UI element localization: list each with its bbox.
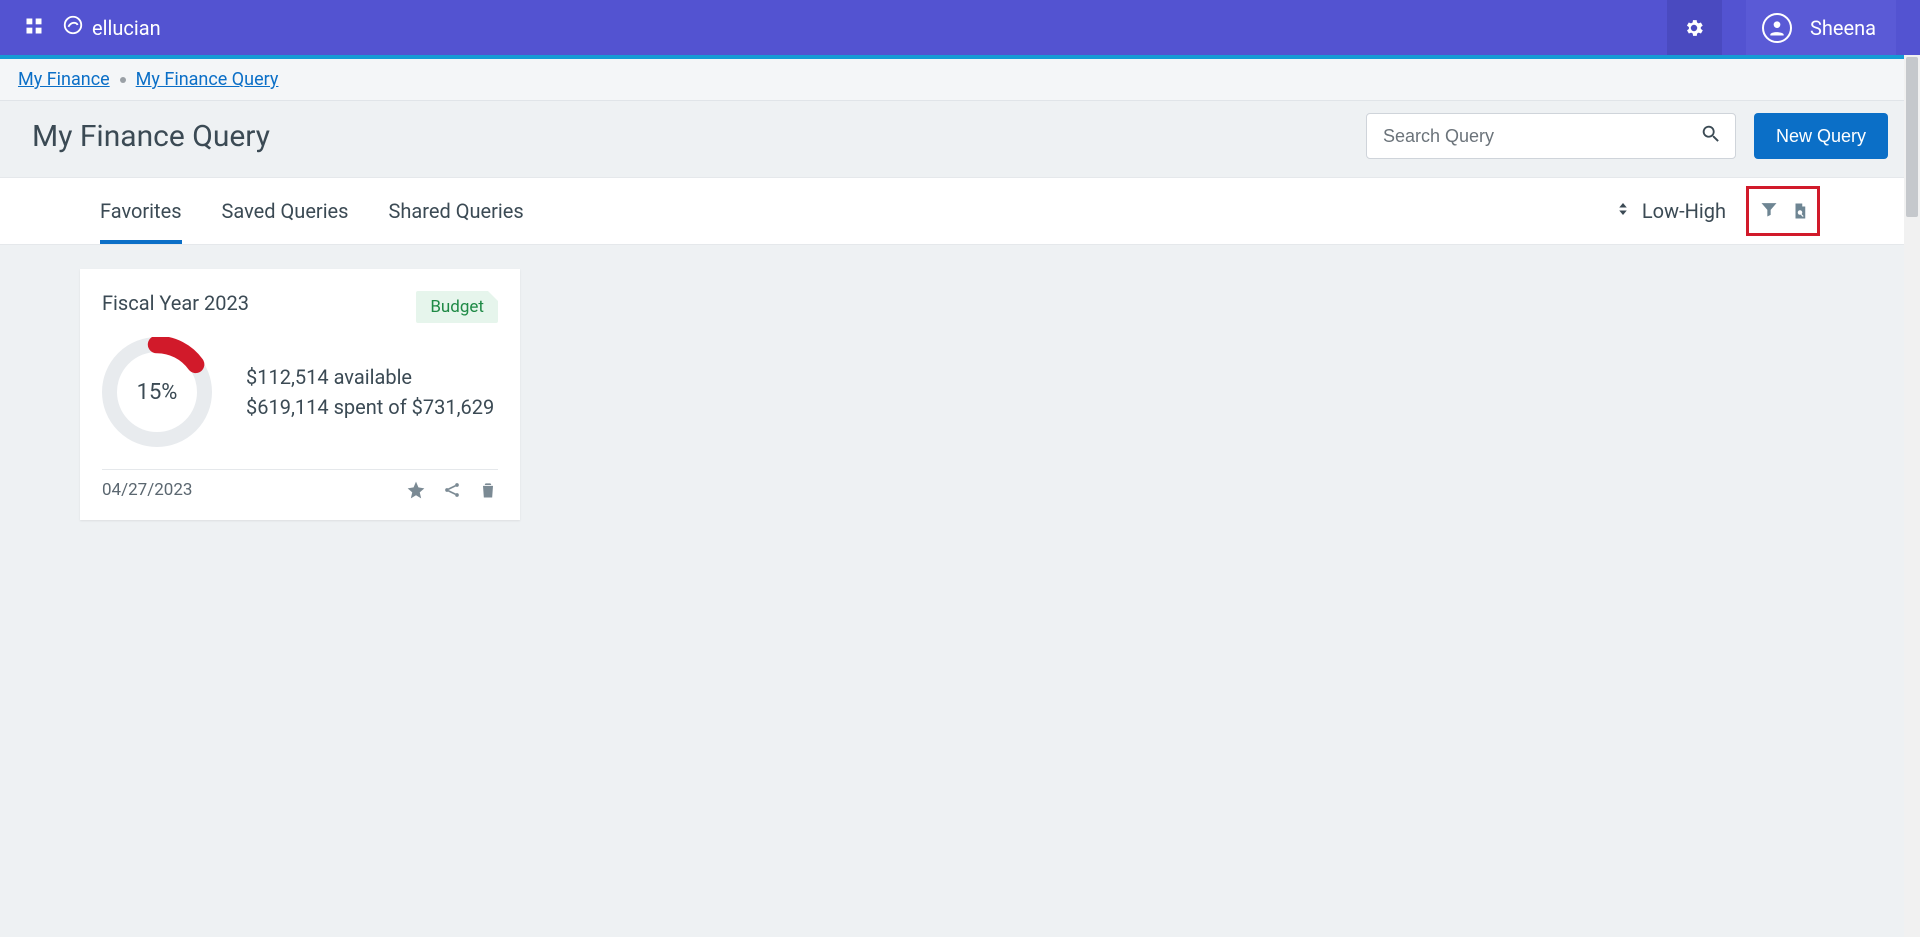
card-figures: $112,514 available $619,114 spent of $73…	[246, 362, 494, 422]
available-line: $112,514 available	[246, 362, 494, 392]
tab-shared-queries[interactable]: Shared Queries	[389, 178, 524, 244]
card-header: Fiscal Year 2023 Budget	[102, 291, 498, 323]
card-footer: 04/27/2023	[102, 480, 498, 512]
avatar	[1762, 13, 1792, 43]
share-icon[interactable]	[442, 480, 462, 500]
card-actions	[406, 480, 498, 500]
highlighted-tools	[1746, 186, 1820, 236]
sort-label: Low-High	[1642, 199, 1726, 223]
new-query-button[interactable]: New Query	[1754, 113, 1888, 159]
sort-toggle[interactable]: Low-High	[1614, 198, 1726, 224]
top-bar-right: Sheena	[1667, 0, 1896, 55]
document-lookup-icon[interactable]	[1785, 195, 1815, 227]
vertical-scrollbar[interactable]	[1904, 55, 1920, 937]
search-box	[1366, 113, 1736, 159]
settings-button[interactable]	[1667, 0, 1722, 55]
page-header: My Finance Query New Query	[0, 101, 1920, 177]
top-bar-left: ellucian	[24, 14, 161, 41]
filter-icon[interactable]	[1759, 199, 1779, 223]
brand-name: ellucian	[92, 16, 161, 40]
page-title: My Finance Query	[32, 119, 270, 154]
query-card[interactable]: Fiscal Year 2023 Budget 15% $112,514 ava…	[80, 269, 520, 520]
search-icon[interactable]	[1700, 123, 1722, 149]
breadcrumb-link-1[interactable]: My Finance Query	[136, 69, 279, 90]
spent-line: $619,114 spent of $731,629	[246, 392, 494, 422]
card-date: 04/27/2023	[102, 480, 192, 500]
brand-logo-icon	[62, 14, 84, 41]
tabs: Favorites Saved Queries Shared Queries	[100, 178, 524, 244]
page-header-actions: New Query	[1366, 113, 1888, 159]
content-area: Fiscal Year 2023 Budget 15% $112,514 ava…	[0, 245, 1920, 544]
user-menu[interactable]: Sheena	[1746, 0, 1896, 55]
scrollbar-thumb[interactable]	[1906, 57, 1918, 217]
brand[interactable]: ellucian	[62, 14, 161, 41]
breadcrumb-link-0[interactable]: My Finance	[18, 69, 110, 90]
breadcrumb-bar: My Finance My Finance Query	[0, 59, 1920, 101]
gear-icon	[1683, 17, 1705, 39]
apps-grid-icon[interactable]	[24, 16, 44, 40]
tabs-right: Low-High	[1614, 186, 1820, 236]
card-divider	[102, 469, 498, 470]
trash-icon[interactable]	[478, 480, 498, 500]
budget-donut-chart: 15%	[102, 337, 212, 447]
star-icon[interactable]	[406, 480, 426, 500]
tab-saved-queries[interactable]: Saved Queries	[222, 178, 349, 244]
card-badge: Budget	[416, 291, 498, 323]
search-input[interactable]	[1366, 113, 1736, 159]
tab-favorites[interactable]: Favorites	[100, 178, 182, 244]
user-icon	[1767, 18, 1787, 38]
tabs-bar: Favorites Saved Queries Shared Queries L…	[0, 177, 1920, 245]
username: Sheena	[1810, 16, 1876, 40]
card-title: Fiscal Year 2023	[102, 291, 249, 315]
top-bar: ellucian Sheena	[0, 0, 1920, 55]
breadcrumb-separator	[120, 77, 126, 83]
donut-percent-label: 15%	[102, 337, 212, 447]
card-body: 15% $112,514 available $619,114 spent of…	[102, 337, 498, 447]
sort-icon	[1614, 198, 1632, 224]
breadcrumb: My Finance My Finance Query	[18, 69, 1902, 90]
